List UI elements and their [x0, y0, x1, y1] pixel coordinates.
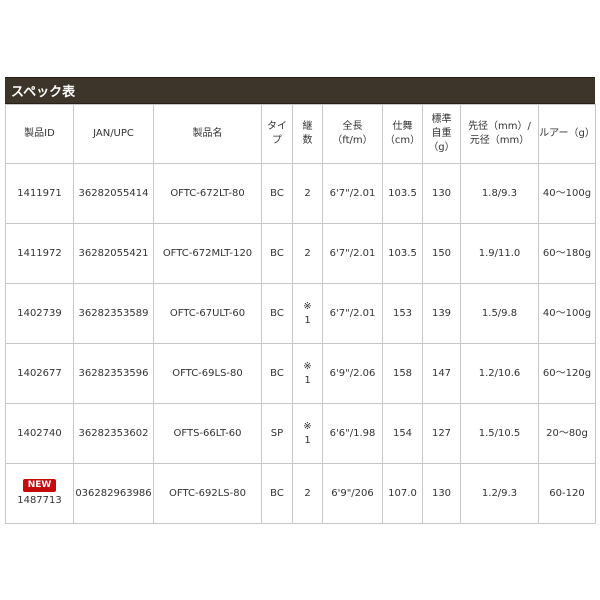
cell-pieces: ※ 1: [292, 283, 323, 344]
header-name: 製品名: [153, 104, 262, 164]
cell-name: OFTS-66LT-60: [153, 403, 262, 464]
cell-jan: 36282055421: [73, 223, 154, 284]
cell-jan: 36282353596: [73, 343, 154, 404]
cell-diameter: 1.5/10.5: [460, 403, 539, 464]
cell-id: 1411971: [5, 163, 74, 224]
header-length: 全長 （ft/m）: [322, 104, 383, 164]
cell-type: BC: [261, 463, 293, 524]
cell-jan: 36282353589: [73, 283, 154, 344]
table-row: 1402739 36282353589 OFTC-67ULT-60 BC ※ 1 …: [5, 283, 596, 344]
cell-lure: 20〜80g: [538, 403, 596, 464]
cell-id: 1402677: [5, 343, 74, 404]
cell-id: 1402739: [5, 283, 74, 344]
cell-pieces: ※ 1: [292, 343, 323, 404]
header-type: タイプ: [261, 104, 293, 164]
spec-title: スペック表: [11, 85, 76, 100]
cell-pieces: 2: [292, 163, 323, 224]
cell-length: 6'9"/2.06: [322, 343, 383, 404]
cell-id: NEW 1487713: [5, 463, 74, 524]
cell-weight: 150: [422, 223, 461, 284]
header-jan: JAN/UPC: [73, 104, 154, 164]
cell-length: 6'7"/2.01: [322, 283, 383, 344]
cell-type: BC: [261, 343, 293, 404]
cell-id: 1411972: [5, 223, 74, 284]
table-row: 1411971 36282055414 OFTC-672LT-80 BC 2 6…: [5, 163, 596, 224]
cell-diameter: 1.2/10.6: [460, 343, 539, 404]
cell-diameter: 1.8/9.3: [460, 163, 539, 224]
cell-jan: 36282055414: [73, 163, 154, 224]
cell-pieces: 2: [292, 223, 323, 284]
cell-pieces: ※ 1: [292, 403, 323, 464]
cell-weight: 130: [422, 163, 461, 224]
cell-id: 1402740: [5, 403, 74, 464]
cell-weight: 147: [422, 343, 461, 404]
table-row: 1411972 36282055421 OFTC-672MLT-120 BC 2…: [5, 223, 596, 284]
cell-jan: 036282963986: [73, 463, 154, 524]
cell-type: BC: [261, 283, 293, 344]
header-diameter: 先径（mm）/元径（mm）: [460, 104, 539, 164]
table-row: NEW 1487713 036282963986 OFTC-692LS-80 B…: [5, 463, 596, 524]
cell-weight: 139: [422, 283, 461, 344]
cell-weight: 130: [422, 463, 461, 524]
cell-closed-length: 107.0: [382, 463, 423, 524]
header-pieces: 継数: [292, 104, 323, 164]
cell-jan: 36282353602: [73, 403, 154, 464]
spec-table: 製品ID JAN/UPC 製品名 タイプ 継数 全長 （ft/m） 仕舞 （cm） …: [5, 104, 596, 524]
cell-name: OFTC-672LT-80: [153, 163, 262, 224]
table-row: 1402740 36282353602 OFTS-66LT-60 SP ※ 1 6…: [5, 403, 596, 464]
cell-length: 6'6"/1.98: [322, 403, 383, 464]
cell-diameter: 1.5/9.8: [460, 283, 539, 344]
cell-lure: 60〜120g: [538, 343, 596, 404]
new-badge: NEW: [22, 479, 57, 492]
cell-lure: 60〜180g: [538, 223, 596, 284]
header-closed-length: 仕舞 （cm）: [382, 104, 423, 164]
header-lure: ルアー（g）: [538, 104, 596, 164]
cell-closed-length: 103.5: [382, 223, 423, 284]
cell-type: BC: [261, 223, 293, 284]
cell-length: 6'7"/2.01: [322, 223, 383, 284]
cell-weight: 127: [422, 403, 461, 464]
cell-lure: 40〜100g: [538, 283, 596, 344]
spec-title-bar: スペック表: [5, 77, 595, 104]
cell-diameter: 1.2/9.3: [460, 463, 539, 524]
cell-pieces: 2: [292, 463, 323, 524]
cell-closed-length: 158: [382, 343, 423, 404]
header-id: 製品ID: [5, 104, 74, 164]
cell-name: OFTC-69LS-80: [153, 343, 262, 404]
cell-length: 6'9"/206: [322, 463, 383, 524]
table-row: 1402677 36282353596 OFTC-69LS-80 BC ※ 1 6…: [5, 343, 596, 404]
cell-closed-length: 153: [382, 283, 423, 344]
cell-type: BC: [261, 163, 293, 224]
cell-closed-length: 154: [382, 403, 423, 464]
cell-closed-length: 103.5: [382, 163, 423, 224]
header-row: 製品ID JAN/UPC 製品名 タイプ 継数 全長 （ft/m） 仕舞 （cm） …: [5, 104, 596, 164]
cell-name: OFTC-67ULT-60: [153, 283, 262, 344]
header-weight: 標準 自重 （g）: [422, 104, 461, 164]
cell-length: 6'7"/2.01: [322, 163, 383, 224]
cell-name: OFTC-672MLT-120: [153, 223, 262, 284]
cell-name: OFTC-692LS-80: [153, 463, 262, 524]
cell-lure: 40〜100g: [538, 163, 596, 224]
cell-diameter: 1.9/11.0: [460, 223, 539, 284]
cell-type: SP: [261, 403, 293, 464]
cell-lure: 60-120: [538, 463, 596, 524]
spec-table-section: スペック表 製品ID JAN/UPC 製品名 タイプ 継数 全長 （ft/m） 仕…: [5, 77, 596, 524]
